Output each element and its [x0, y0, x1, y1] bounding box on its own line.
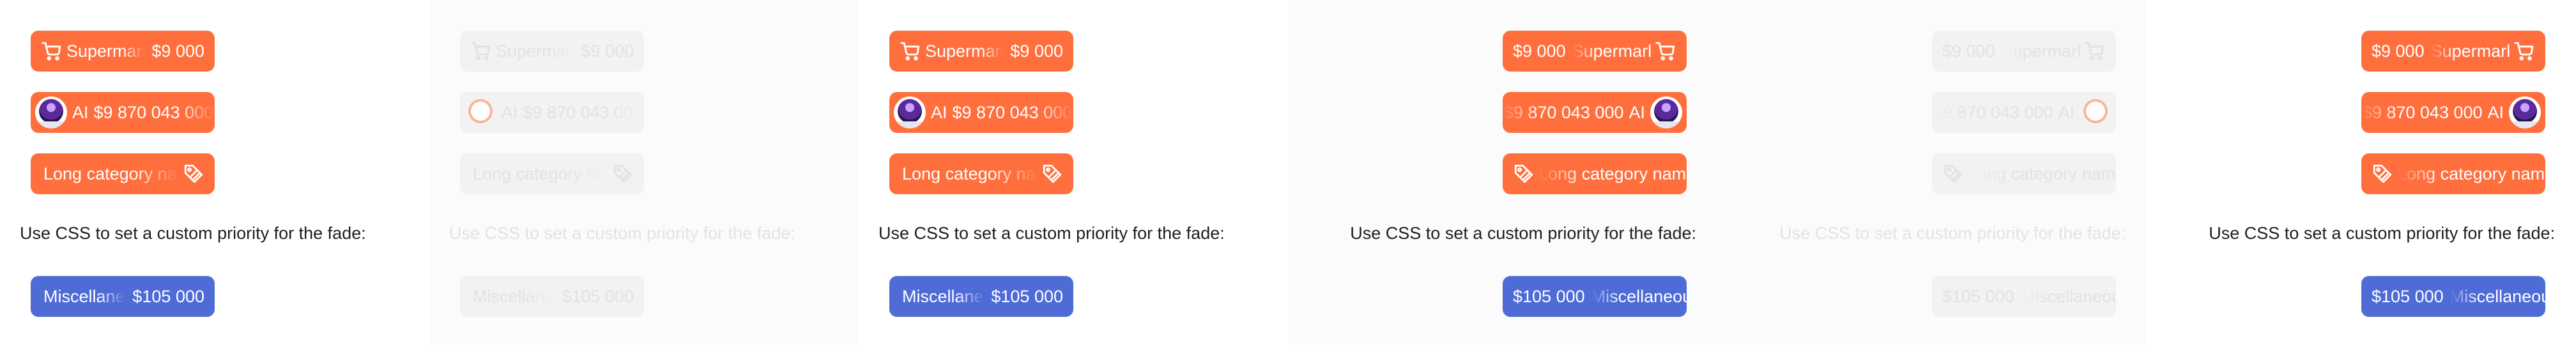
long-category-chip[interactable]: Long category name: [2361, 153, 2545, 194]
long-category-chip: Long category name: [1932, 153, 2116, 194]
tag-icon: [1943, 164, 1963, 183]
demo-panel-ltr: Supermarkets $9 000 AI $9 870 043 000 Lo…: [0, 0, 429, 345]
chip-label: Supermarkets: [1572, 41, 1651, 61]
chip-label: Long category name: [1538, 164, 1687, 183]
chip-amount: $105 000: [1513, 286, 1585, 306]
miscellaneous-chip: Miscellaneous goods $105 000: [460, 276, 644, 317]
chip-label: Miscellaneous goods: [2020, 286, 2116, 306]
miscellaneous-chip: Miscellaneous goods $105 000: [1932, 276, 2116, 317]
tag-icon: [184, 164, 203, 183]
cart-icon: [1655, 42, 1675, 61]
chip-amount: $9 870 043 000: [1503, 102, 1624, 122]
chip-label: Long category name: [43, 164, 179, 183]
tag-icon: [613, 164, 632, 183]
chip-amount: $9 870 043 000: [1933, 102, 2053, 122]
chip-label: AI: [72, 102, 89, 122]
chip-label: Supermarkets: [496, 41, 574, 61]
supermarkets-chip: Supermarkets $9 000: [460, 31, 644, 72]
supermarkets-chip[interactable]: Supermarkets $9 000: [1503, 31, 1687, 72]
tag-icon: [1043, 164, 1062, 183]
chip-amount: $9 000: [151, 41, 204, 61]
long-category-chip: Long category name: [460, 153, 644, 194]
chip-amount: $9 000: [581, 41, 634, 61]
avatar: [894, 96, 926, 128]
cart-icon: [471, 42, 491, 61]
chip-amount: $9 870 043 000: [93, 102, 214, 122]
ai-chip[interactable]: AI $9 870 043 000: [2361, 92, 2545, 133]
ai-chip[interactable]: AI $9 870 043 000: [31, 92, 215, 133]
chip-amount: $9 000: [1513, 41, 1566, 61]
long-category-chip[interactable]: Long category name: [31, 153, 215, 194]
ai-chip: AI $9 870 043 000: [460, 92, 644, 133]
avatar: [2509, 96, 2541, 128]
avatar: [1650, 96, 1682, 128]
chip-label: Supermarkets: [2430, 41, 2510, 61]
supermarkets-chip[interactable]: Supermarkets $9 000: [2361, 31, 2545, 72]
avatar: [2080, 96, 2112, 128]
chip-label: Miscellaneous goods: [473, 286, 555, 306]
cart-icon: [900, 42, 920, 61]
chip-label: Miscellaneous goods: [43, 286, 126, 306]
chip-label: AI: [2058, 102, 2074, 122]
long-category-chip[interactable]: Long category name: [889, 153, 1073, 194]
ai-chip[interactable]: AI $9 870 043 000: [1503, 92, 1687, 133]
chip-amount: $9 870 043 000: [952, 102, 1073, 122]
chip-label: Long category name: [1968, 164, 2116, 183]
chip-label: Miscellaneous goods: [1591, 286, 1687, 306]
miscellaneous-chip[interactable]: Miscellaneous goods $105 000: [1503, 276, 1687, 317]
chip-amount: $9 870 043 000: [523, 102, 643, 122]
chip-label: Supermarkets: [2001, 41, 2080, 61]
tag-icon: [1514, 164, 1533, 183]
demo-panel-rtl-disabled: Supermarkets $9 000 AI $9 870 043 000 Lo…: [1717, 0, 2147, 345]
chip-label: Long category name: [473, 164, 608, 183]
chip-label: AI: [1629, 102, 1645, 122]
miscellaneous-chip[interactable]: Miscellaneous goods $105 000: [889, 276, 1073, 317]
cart-icon: [42, 42, 61, 61]
chip-amount: $105 000: [562, 286, 634, 306]
chip-amount: $9 870 043 000: [2362, 102, 2483, 122]
demo-panel-rtl: Supermarkets $9 000 AI $9 870 043 000 Lo…: [1288, 0, 1717, 345]
demo-panel-rtl-2: Supermarkets $9 000 AI $9 870 043 000 Lo…: [2147, 0, 2576, 345]
cart-icon: [2514, 42, 2534, 61]
supermarkets-chip: Supermarkets $9 000: [1932, 31, 2116, 72]
fade-priority-note: Use CSS to set a custom priority for the…: [1779, 224, 2126, 243]
fade-priority-note: Use CSS to set a custom priority for the…: [878, 224, 1225, 243]
chip-label: Supermarkets: [925, 41, 1004, 61]
supermarkets-chip[interactable]: Supermarkets $9 000: [31, 31, 215, 72]
chip-label: Long category name: [902, 164, 1038, 183]
ai-chip[interactable]: AI $9 870 043 000: [889, 92, 1073, 133]
cart-icon: [2085, 42, 2104, 61]
fade-priority-note: Use CSS to set a custom priority for the…: [20, 224, 366, 243]
long-category-chip[interactable]: Long category name: [1503, 153, 1687, 194]
ai-chip: AI $9 870 043 000: [1932, 92, 2116, 133]
fade-priority-note: Use CSS to set a custom priority for the…: [1350, 224, 1696, 243]
chip-amount: $105 000: [2372, 286, 2444, 306]
chip-label: Miscellaneous goods: [2450, 286, 2545, 306]
chip-amount: $9 000: [2372, 41, 2425, 61]
avatar: [35, 96, 67, 128]
chip-amount: $105 000: [991, 286, 1063, 306]
tag-icon: [2373, 164, 2392, 183]
miscellaneous-chip[interactable]: Miscellaneous goods $105 000: [2361, 276, 2545, 317]
chip-amount: $105 000: [1942, 286, 2014, 306]
chip-amount: $105 000: [132, 286, 204, 306]
demo-panel-ltr-2: Supermarkets $9 000 AI $9 870 043 000 Lo…: [859, 0, 1288, 345]
chip-label: AI: [2487, 102, 2504, 122]
miscellaneous-chip[interactable]: Miscellaneous goods $105 000: [31, 276, 215, 317]
chip-amount: $9 000: [1010, 41, 1063, 61]
chip-label: Supermarkets: [66, 41, 145, 61]
fade-priority-note: Use CSS to set a custom priority for the…: [449, 224, 795, 243]
chip-amount: $9 000: [1942, 41, 1995, 61]
chip-label: Miscellaneous goods: [902, 286, 985, 306]
chip-label: AI: [502, 102, 518, 122]
supermarkets-chip[interactable]: Supermarkets $9 000: [889, 31, 1073, 72]
demo-panel-ltr-disabled: Supermarkets $9 000 AI $9 870 043 000 Lo…: [429, 0, 859, 345]
chip-label: Long category name: [2397, 164, 2545, 183]
avatar: [464, 96, 496, 128]
fade-priority-note: Use CSS to set a custom priority for the…: [2209, 224, 2555, 243]
chip-label: AI: [931, 102, 947, 122]
